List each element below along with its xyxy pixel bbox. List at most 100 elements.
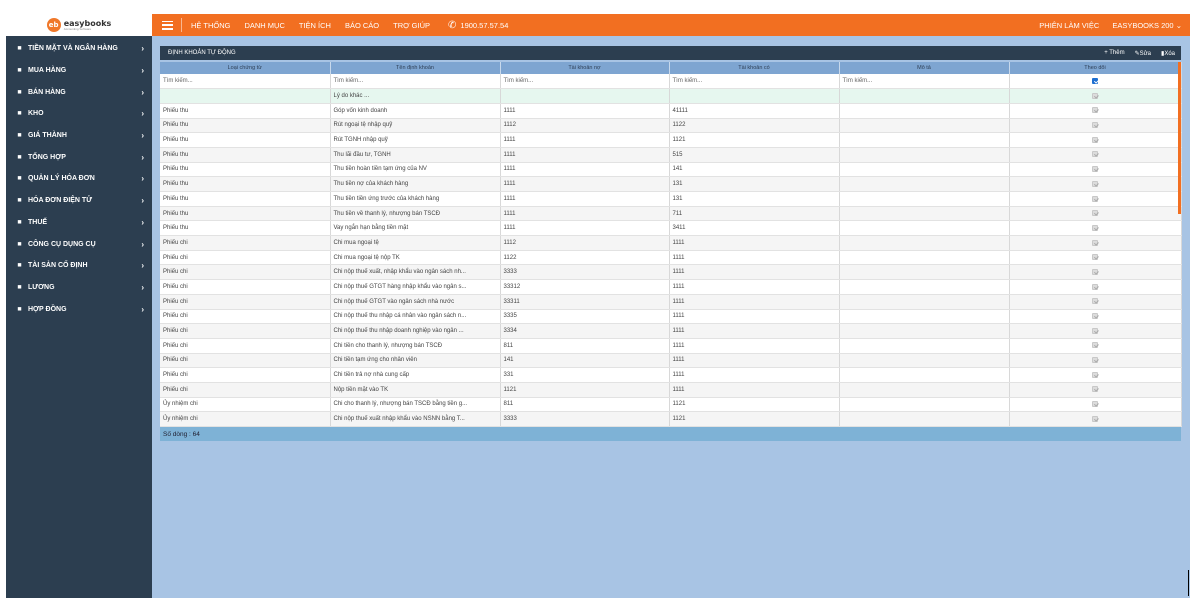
table-row[interactable]: Phiếu thu Thu tiền tiền ứng trước của khá… xyxy=(160,191,1182,207)
table-row[interactable]: Phiếu chi Chi nộp thuế thu nhập cá nhân v… xyxy=(160,309,1182,325)
table-row[interactable]: Phiếu thu Thu tiền nợ của khách hàng 1111 1… xyxy=(160,176,1182,192)
column-header-type[interactable]: Loại chứng từ xyxy=(160,62,331,74)
table-row[interactable]: Phiếu thu Rút ngoại tệ nhập quỹ 1112 1122 xyxy=(160,118,1182,134)
scrollbar[interactable] xyxy=(1178,62,1181,214)
checkbox-icon[interactable] xyxy=(1092,283,1098,290)
table-row[interactable]: Phiếu thu Vay ngắn hạn bằng tiền mặt 1111 3… xyxy=(160,220,1182,237)
checkbox-icon[interactable] xyxy=(1092,313,1098,320)
table-row[interactable]: Phiếu chi Chi nộp thuế thu nhập doanh ngh… xyxy=(160,323,1182,339)
table-row[interactable]: Phiếu chi Chi tiền trả nợ nhà cung cấp 331… xyxy=(160,367,1182,383)
cell-type xyxy=(160,88,331,104)
cell-name: Chi nộp thuế GTGT hàng nhập khẩu vào ngâ… xyxy=(330,279,501,295)
checkbox-icon[interactable] xyxy=(1092,210,1098,217)
cell-name: Vay ngắn hạn bằng tiền mặt xyxy=(330,220,501,237)
checkbox-icon[interactable] xyxy=(1092,136,1098,143)
cell-debit: 33312 xyxy=(500,279,670,295)
table-row[interactable]: Lý do khác ... xyxy=(160,88,1182,104)
checkbox-icon[interactable] xyxy=(1092,415,1098,422)
column-header-credit[interactable]: Tài khoản có xyxy=(669,62,840,74)
table-row[interactable]: Phiếu chi Chi nộp thuế GTGT vào ngân sách… xyxy=(160,294,1182,310)
table-row[interactable]: Ủy nhiệm chi Chi nộp thuế xuất nhập khẩu … xyxy=(160,411,1182,427)
sidebar-item[interactable]: ■ TIỀN MẶT VÀ NGÂN HÀNG › xyxy=(6,38,152,60)
checkbox-icon[interactable] xyxy=(1092,342,1098,349)
filter-name-input[interactable]: Tìm kiếm... xyxy=(330,74,501,90)
checkbox-icon[interactable] xyxy=(1092,327,1098,334)
checkbox-icon[interactable] xyxy=(1092,254,1098,261)
filter-type-input[interactable]: Tìm kiếm... xyxy=(160,74,331,90)
checkbox-icon[interactable] xyxy=(1092,357,1098,364)
sidebar-item-label: TÀI SẢN CỐ ĐỊNH xyxy=(28,262,88,270)
checkbox-icon[interactable] xyxy=(1092,122,1098,129)
nav-he-thong[interactable]: HỆ THỐNG xyxy=(191,21,230,30)
sidebar-item[interactable]: ■ LƯƠNG › xyxy=(6,277,152,299)
cell-tracking xyxy=(1009,235,1182,251)
checkbox-icon[interactable] xyxy=(1092,224,1098,231)
cell-debit: 1111 xyxy=(500,103,670,119)
checkbox-icon[interactable] xyxy=(1092,77,1098,84)
table-row[interactable]: Phiếu thu Thu tiền về thanh lý, nhượng bá… xyxy=(160,206,1182,222)
column-header-tracking[interactable]: Theo dõi xyxy=(1009,62,1182,74)
table-row[interactable]: Phiếu thu Góp vốn kinh doanh 1111 41111 xyxy=(160,103,1182,119)
checkbox-icon[interactable] xyxy=(1092,401,1098,408)
sidebar-item[interactable]: ■ TÀI SẢN CỐ ĐỊNH › xyxy=(6,255,152,277)
edit-button[interactable]: ✎Sửa xyxy=(1135,50,1151,57)
table-row[interactable]: Phiếu chi Chi mua ngoại tệ nộp TK 1122 1111 xyxy=(160,250,1182,266)
checkbox-icon[interactable] xyxy=(1092,268,1098,275)
table-row[interactable]: Phiếu thu Rút TGNH nhập quỹ 1111 1121 xyxy=(160,132,1182,148)
checkbox-icon[interactable] xyxy=(1092,298,1098,305)
filter-credit-input[interactable]: Tìm kiếm... xyxy=(669,74,840,90)
sidebar-item[interactable]: ■ HÓA ĐƠN ĐIỆN TỬ › xyxy=(6,190,152,212)
checkbox-icon[interactable] xyxy=(1092,386,1098,393)
column-header-description[interactable]: Mô tả xyxy=(839,62,1010,74)
checkbox-icon[interactable] xyxy=(1092,371,1098,378)
cell-credit: 3411 xyxy=(669,220,840,237)
table-row[interactable]: Phiếu chi Chi nộp thuế GTGT hàng nhập khẩ… xyxy=(160,279,1182,295)
column-header-name[interactable]: Tên định khoản xyxy=(330,62,501,74)
checkbox-icon[interactable] xyxy=(1092,92,1098,99)
sidebar-item[interactable]: ■ CÔNG CỤ DỤNG CỤ › xyxy=(6,233,152,255)
add-button[interactable]: + Thêm xyxy=(1104,50,1124,57)
sidebar-item[interactable]: ■ HỢP ĐỒNG › xyxy=(6,298,152,320)
table-row[interactable]: Phiếu thu Thu lãi đầu tư, TGNH 1111 515 xyxy=(160,147,1182,163)
table-row[interactable]: Ủy nhiệm chi Chi cho thanh lý, nhượng bán… xyxy=(160,397,1182,413)
sidebar-item[interactable]: ■ QUẢN LÝ HÓA ĐƠN › xyxy=(6,168,152,190)
sidebar-item[interactable]: ■ TỔNG HỢP › xyxy=(6,146,152,168)
cell-type: Phiếu chi xyxy=(160,235,331,251)
nav-tien-ich[interactable]: TIỆN ÍCH xyxy=(299,21,331,30)
delete-button[interactable]: ▮Xóa xyxy=(1161,50,1175,57)
cell-type: Phiếu thu xyxy=(160,147,331,163)
sidebar-item[interactable]: ■ MUA HÀNG › xyxy=(6,60,152,82)
sidebar-item[interactable]: ■ KHO › xyxy=(6,103,152,125)
session-menu[interactable]: PHIÊN LÀM VIỆC xyxy=(1039,21,1099,30)
sidebar-item[interactable]: ■ THUẾ › xyxy=(6,212,152,234)
table-row[interactable]: Phiếu chi Nộp tiền mặt vào TK 1121 1111 xyxy=(160,382,1182,398)
nav-tro-giup[interactable]: TRỢ GIÚP xyxy=(393,21,430,30)
cell-tracking xyxy=(1009,294,1182,310)
table-row[interactable]: Phiếu chi Chi tiền cho thanh lý, nhượng b… xyxy=(160,338,1182,354)
company-dropdown[interactable]: EASYBOOKS 200 ⌄ xyxy=(1112,21,1182,30)
sidebar-item[interactable]: ■ BÁN HÀNG › xyxy=(6,81,152,103)
table-row[interactable]: Phiếu chi Chi mua ngoại tệ 1112 1111 xyxy=(160,235,1182,251)
cell-description xyxy=(839,191,1010,207)
top-navbar: HỆ THỐNG DANH MỤC TIỆN ÍCH BÁO CÁO TRỢ G… xyxy=(152,14,1190,36)
table-row[interactable]: Phiếu chi Chi nộp thuế xuất, nhập khẩu và… xyxy=(160,264,1182,281)
logo[interactable]: eb easybooks Accounting Software xyxy=(6,14,152,36)
nav-danh-muc[interactable]: DANH MỤC xyxy=(244,21,284,30)
nav-bao-cao[interactable]: BÁO CÁO xyxy=(345,21,379,30)
table-row[interactable]: Phiếu thu Thu tiền hoàn tiền tạm ứng của … xyxy=(160,162,1182,178)
filter-debit-input[interactable]: Tìm kiếm... xyxy=(500,74,670,90)
filter-tracking-checkbox[interactable] xyxy=(1009,74,1182,90)
checkbox-icon[interactable] xyxy=(1092,195,1098,202)
hamburger-menu-icon[interactable] xyxy=(162,20,173,30)
checkbox-icon[interactable] xyxy=(1092,151,1098,158)
filter-description-input[interactable]: Tìm kiếm... xyxy=(839,74,1010,90)
pencil-icon: ✎ xyxy=(1134,50,1140,57)
text-cursor xyxy=(1188,570,1189,596)
checkbox-icon[interactable] xyxy=(1092,239,1098,246)
checkbox-icon[interactable] xyxy=(1092,166,1098,173)
sidebar-item[interactable]: ■ GIÁ THÀNH › xyxy=(6,125,152,147)
table-row[interactable]: Phiếu chi Chi tiền tạm ứng cho nhân viên 1… xyxy=(160,353,1182,369)
column-header-debit[interactable]: Tài khoản nợ xyxy=(500,62,670,74)
checkbox-icon[interactable] xyxy=(1092,107,1098,114)
checkbox-icon[interactable] xyxy=(1092,180,1098,187)
